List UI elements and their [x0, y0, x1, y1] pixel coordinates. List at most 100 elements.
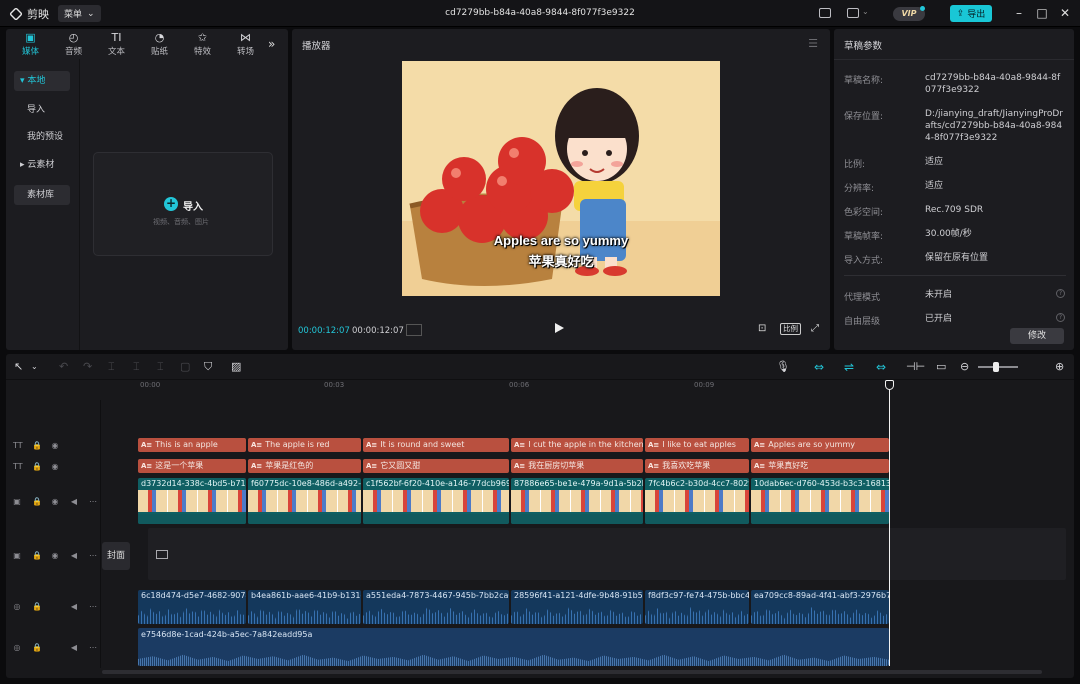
video-clip[interactable]: 87886e65-be1e-479a-9d1a-5b2bc4	[511, 478, 643, 524]
more-tabs-icon[interactable]: »	[268, 37, 275, 51]
playhead[interactable]	[889, 380, 890, 666]
subtitle-clip[interactable]: A≡ 我在厨房切苹果	[511, 459, 643, 473]
redo-icon[interactable]: ↷	[83, 360, 92, 373]
eye-icon[interactable]: ◉	[51, 551, 59, 560]
lock-icon[interactable]: 🔒	[32, 497, 42, 506]
sidebar-item-local[interactable]: ▾ 本地	[14, 71, 70, 91]
layout-icon[interactable]	[819, 8, 831, 18]
time-ruler[interactable]: 00:00 00:03 00:06 00:09	[138, 380, 1074, 394]
audio-clip[interactable]: a551eda4-7873-4467-945b-7bb2ca0e79	[363, 590, 509, 624]
horizontal-scrollbar[interactable]	[102, 670, 1042, 674]
lock-icon[interactable]: 🔒	[32, 551, 42, 560]
cover-button[interactable]: 封面	[102, 542, 130, 570]
tab-audio[interactable]: ◴ 音频	[52, 29, 95, 59]
tab-effects[interactable]: ✩ 特效	[181, 29, 224, 59]
subtitle-clip[interactable]: A≡ 苹果真好吃	[751, 459, 889, 473]
minimize-icon[interactable]: –	[1012, 6, 1026, 20]
chevron-down-icon[interactable]: ⌄	[31, 362, 38, 371]
tab-transition[interactable]: ⋈ 转场	[224, 29, 267, 59]
image-icon[interactable]: ▨	[231, 360, 241, 373]
select-cursor-icon[interactable]: ↖	[14, 360, 23, 373]
subtitle-clip[interactable]: A≡ 苹果是红色的	[248, 459, 361, 473]
video-clip[interactable]: 7fc4b6c2-b30d-4cc7-802f-c	[645, 478, 749, 524]
speaker-icon[interactable]: ◀	[70, 497, 78, 506]
zoom-out-icon[interactable]: ⊖	[960, 360, 969, 373]
sidebar-item-presets[interactable]: 我的预设	[14, 127, 70, 147]
sidebar-item-cloud[interactable]: ▸ 云素材	[14, 155, 70, 175]
video-clip[interactable]: c1f562bf-6f20-410e-a146-77dcb96977a	[363, 478, 509, 524]
microphone-icon[interactable]: 🎙	[776, 360, 790, 373]
subtitle-clip[interactable]: A≡ This is an apple	[138, 438, 246, 452]
subtitle-clip[interactable]: A≡ The apple is red	[248, 438, 361, 452]
playhead-handle[interactable]	[885, 380, 894, 390]
eye-icon[interactable]: ◉	[51, 441, 59, 450]
video-clip[interactable]: f60775dc-10e8-486d-a492-124	[248, 478, 361, 524]
caption-icon[interactable]: ▭	[936, 360, 946, 373]
subtitle-clip[interactable]: A≡ I like to eat apples	[645, 438, 749, 452]
audio-clip[interactable]: 6c18d474-d5e7-4682-9074-f4	[138, 590, 246, 624]
delete-icon[interactable]: ▢	[180, 360, 190, 373]
video-clip[interactable]: d3732d14-338c-4bd5-b718-0	[138, 478, 246, 524]
lock-icon[interactable]: 🔒	[32, 602, 42, 611]
video-preview[interactable]: Apples are so yummy 苹果真好吃	[402, 61, 720, 296]
grid-icon[interactable]	[406, 324, 422, 336]
close-icon[interactable]: ✕	[1058, 6, 1072, 20]
audio-clip[interactable]: 28596f41-a121-4dfe-9b48-91b5612	[511, 590, 643, 624]
subtitle-clip[interactable]: A≡ 我喜欢吃苹果	[645, 459, 749, 473]
magnet-icon[interactable]: ⇌	[844, 360, 854, 374]
main-track-empty[interactable]	[148, 528, 1066, 580]
player-title: 播放器	[302, 41, 331, 52]
video-clip[interactable]: 10dab6ec-d760-453d-b3c3-16813ca4	[751, 478, 889, 524]
export-button[interactable]: ⇪ 导出	[950, 5, 992, 22]
more-icon[interactable]: ⋯	[89, 551, 97, 560]
help-icon[interactable]: ?	[1056, 289, 1065, 298]
workspace-icon[interactable]	[847, 8, 859, 18]
sidebar-item-import[interactable]: 导入	[14, 100, 70, 120]
subtitle-clip[interactable]: A≡ 这是一个苹果	[138, 459, 246, 473]
chevron-down-icon[interactable]: ⌄	[862, 7, 869, 16]
play-icon[interactable]	[555, 323, 564, 333]
eye-icon[interactable]: ◉	[51, 497, 59, 506]
eye-icon[interactable]: ◉	[51, 462, 59, 471]
shield-icon[interactable]: ⛉	[204, 360, 212, 374]
tab-text[interactable]: TI 文本	[95, 29, 138, 59]
linkage-icon[interactable]: ⇔	[876, 360, 886, 374]
clip-footer	[363, 514, 509, 524]
music-clip[interactable]: e7546d8e-1cad-424b-a5ec-7a842eadd95a	[138, 628, 889, 666]
link-main-track-icon[interactable]: ⇔	[814, 360, 824, 374]
maximize-icon[interactable]: □	[1035, 6, 1049, 20]
modify-button[interactable]: 修改	[1010, 328, 1064, 344]
more-icon[interactable]: ⋯	[89, 602, 97, 611]
fit-screen-icon[interactable]: ⊡	[758, 323, 766, 334]
speaker-icon[interactable]: ◀	[70, 551, 78, 560]
subtitle-clip[interactable]: A≡ I cut the apple in the kitchen	[511, 438, 643, 452]
speaker-icon[interactable]: ◀	[70, 602, 78, 611]
lock-icon[interactable]: 🔒	[32, 441, 42, 450]
tab-sticker[interactable]: ◔ 贴纸	[138, 29, 181, 59]
split-right-icon[interactable]: ⌶	[157, 360, 164, 374]
split-icon[interactable]: ⌶	[108, 360, 115, 374]
zoom-in-icon[interactable]: ⊕	[1055, 360, 1064, 373]
split-left-icon[interactable]: ⌶	[133, 360, 140, 374]
subtitle-clip[interactable]: A≡ Apples are so yummy	[751, 438, 889, 452]
more-icon[interactable]: ⋯	[89, 497, 97, 506]
preview-axis-icon[interactable]: ⊣⊢	[906, 360, 925, 373]
fullscreen-icon[interactable]: ⤢	[811, 323, 819, 334]
subtitle-clip[interactable]: A≡ 它又圆又甜	[363, 459, 509, 473]
audio-clip[interactable]: b4ea861b-aae6-41b9-b131-a7	[248, 590, 361, 624]
audio-clip[interactable]: ea709cc8-89ad-4f41-abf3-2976b7186	[751, 590, 889, 624]
menu-icon[interactable]: ☰	[808, 37, 818, 50]
lock-icon[interactable]: 🔒	[32, 462, 42, 471]
sidebar-item-library[interactable]: 素材库	[14, 185, 70, 205]
zoom-slider-handle[interactable]	[993, 362, 999, 372]
speaker-icon[interactable]: ◀	[70, 643, 78, 652]
audio-clip[interactable]: f8df3c97-fe74-475b-bbc4-71	[645, 590, 749, 624]
tab-media[interactable]: ▣ 媒体	[9, 29, 52, 59]
import-dropzone[interactable]: + 导入 视频、音频、图片	[93, 152, 273, 256]
undo-icon[interactable]: ↶	[59, 360, 68, 373]
help-icon[interactable]: ?	[1056, 313, 1065, 322]
ratio-button[interactable]: 比例	[780, 323, 801, 335]
subtitle-clip[interactable]: A≡ It is round and sweet	[363, 438, 509, 452]
more-icon[interactable]: ⋯	[89, 643, 97, 652]
lock-icon[interactable]: 🔒	[32, 643, 42, 652]
